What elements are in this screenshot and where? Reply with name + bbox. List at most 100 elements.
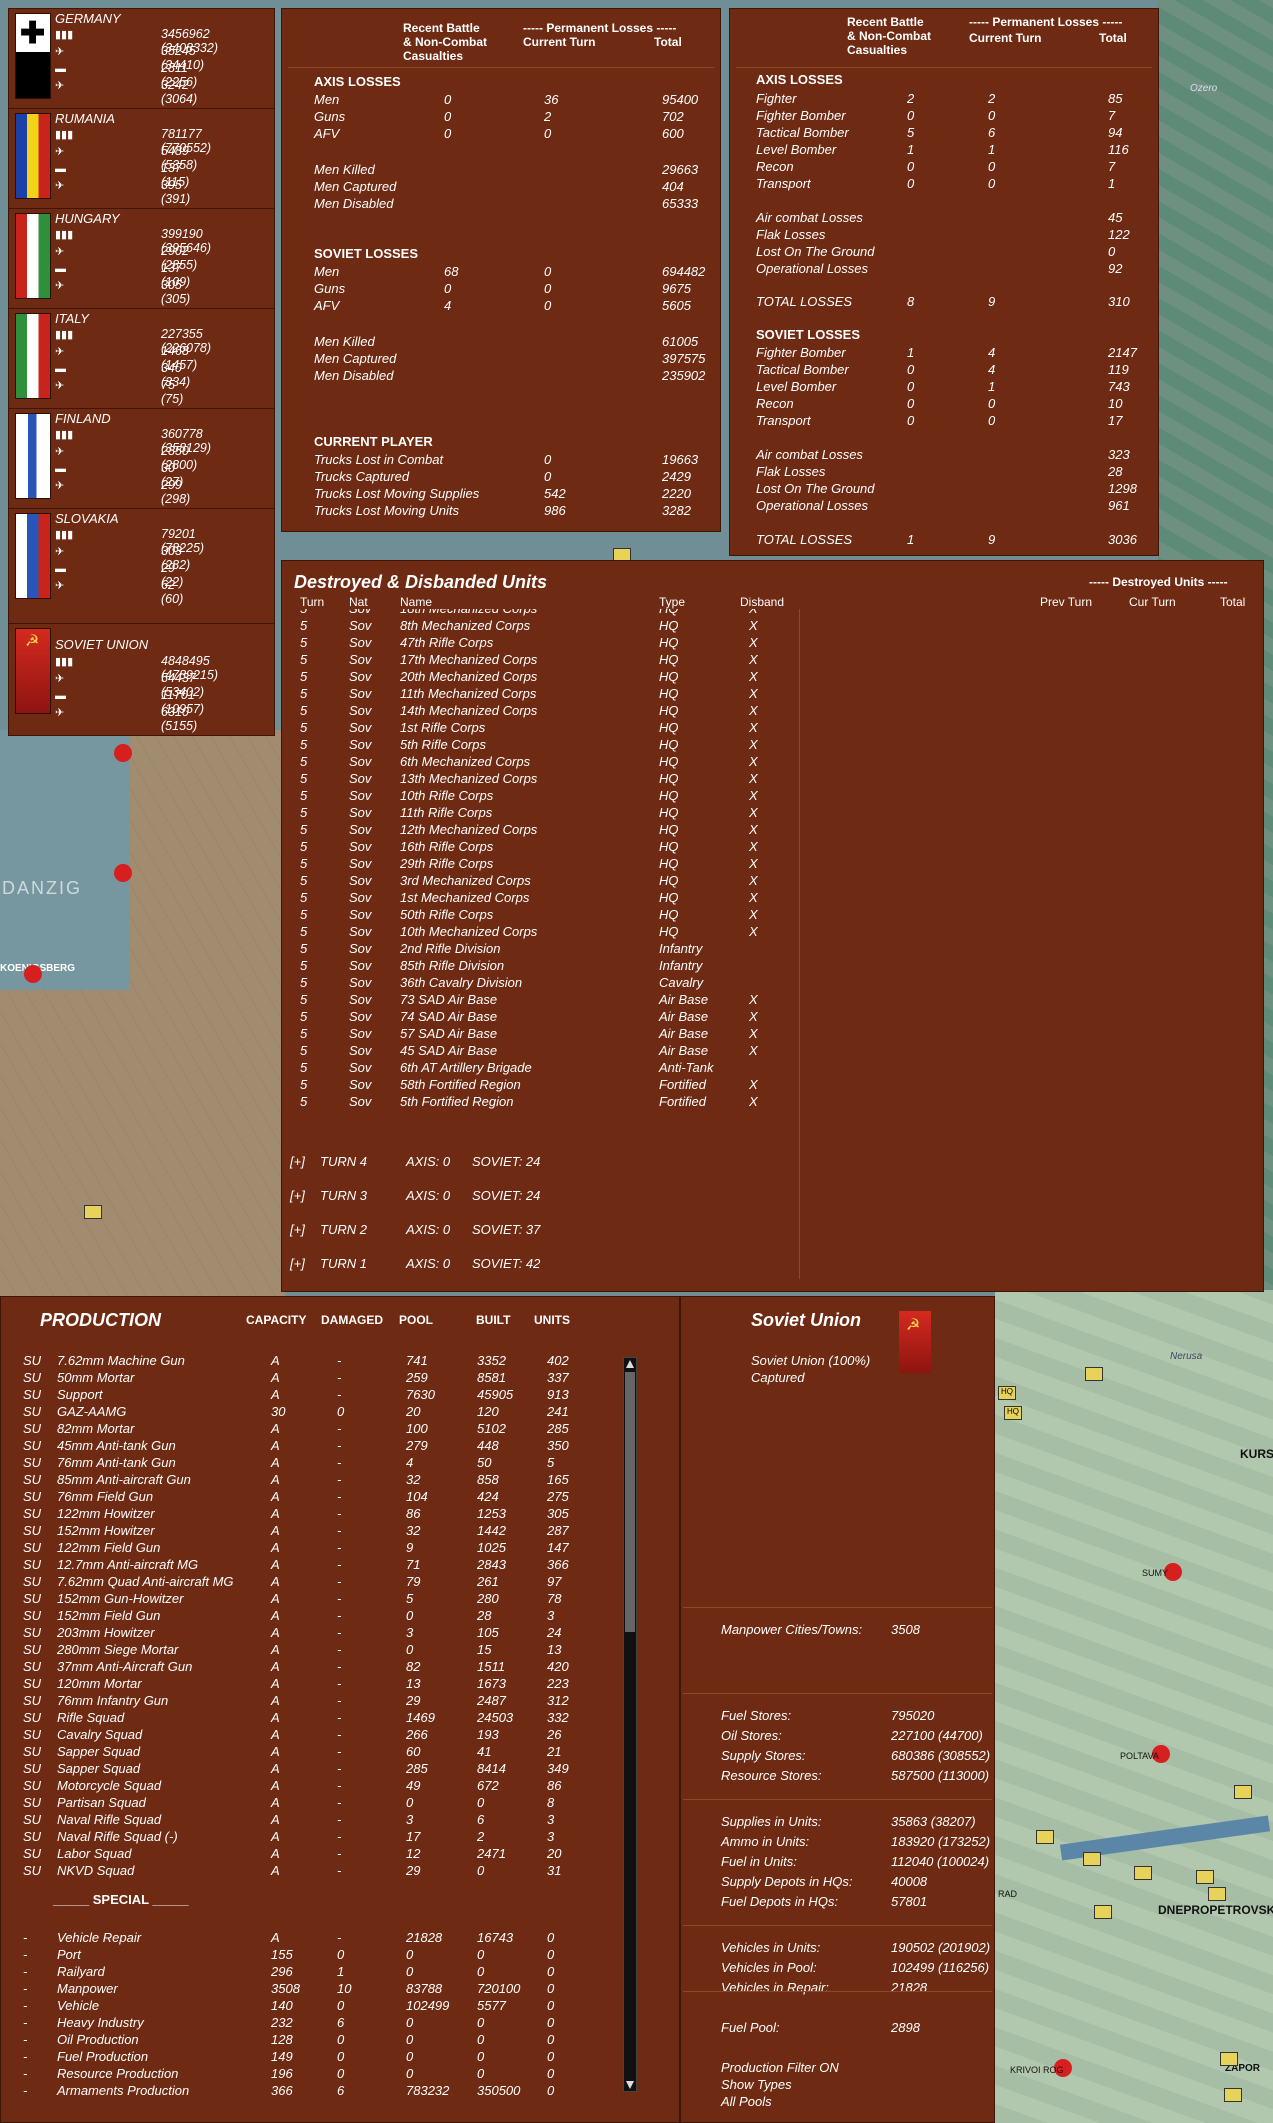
table-row[interactable]: 5 Sov 12th Mechanized Corps HQ X: [282, 821, 799, 838]
production-row[interactable]: SU 152mm Howitzer A - 32 1442 287: [1, 1522, 621, 1539]
turn-group-toggle[interactable]: [+] TURN 2 AXIS: 0 SOVIET: 37: [282, 1221, 799, 1239]
table-row[interactable]: 5 Sov 5th Fortified Region Fortified X: [282, 1093, 799, 1110]
production-row[interactable]: SU 76mm Field Gun A - 104 424 275: [1, 1488, 621, 1505]
production-row[interactable]: SU 37mm Anti-Aircraft Gun A - 82 1511 420: [1, 1658, 621, 1675]
nation-card-finland[interactable]: FINLAND ▮▮▮ 360778 (358129) ✈ 2850 (2800) ▬ 30…: [9, 409, 274, 509]
production-row[interactable]: SU 7.62mm Machine Gun A - 741 3352 402: [1, 1352, 621, 1369]
table-row[interactable]: 5 Sov 73 SAD Air Base Air Base X: [282, 991, 799, 1008]
special-row[interactable]: - Manpower 3508 10 83788 720100 0: [1, 1980, 621, 1997]
production-row[interactable]: SU 7.62mm Quad Anti-aircraft MG A - 79 261 97: [1, 1573, 621, 1590]
production-row[interactable]: SU 50mm Mortar A - 259 8581 337: [1, 1369, 621, 1386]
table-row[interactable]: 5 Sov 85th Rifle Division Infantry: [282, 957, 799, 974]
map-bottom-right[interactable]: [995, 1290, 1273, 2123]
nation-card-slovakia[interactable]: SLOVAKIA ▮▮▮ 79201 (78225) ✈ 303 (282) ▬ 29 (2…: [9, 509, 274, 624]
production-row[interactable]: SU Sapper Squad A - 285 8414 349: [1, 1760, 621, 1777]
production-row[interactable]: SU Rifle Squad A - 1469 24503 332: [1, 1709, 621, 1726]
production-row[interactable]: SU GAZ-AAMG 30 0 20 120 241: [1, 1403, 621, 1420]
city-marker-1[interactable]: [114, 744, 132, 762]
city-marker-konigsberg[interactable]: [24, 965, 42, 983]
unit-counter-east7[interactable]: [1208, 1887, 1226, 1901]
special-row[interactable]: - Fuel Production 149 0 0 0 0: [1, 2048, 621, 2065]
production-row[interactable]: SU 203mm Howitzer A - 3 105 24: [1, 1624, 621, 1641]
production-row[interactable]: SU 45mm Anti-tank Gun A - 279 448 350: [1, 1437, 621, 1454]
table-row[interactable]: 5 Sov 1st Mechanized Corps HQ X: [282, 889, 799, 906]
table-row[interactable]: 5 Sov 36th Cavalry Division Cavalry: [282, 974, 799, 991]
table-row[interactable]: 5 Sov 50th Rifle Corps HQ X: [282, 906, 799, 923]
footer-toggle-1[interactable]: Show Types: [721, 2076, 792, 2093]
table-row[interactable]: 5 Sov 58th Fortified Region Fortified X: [282, 1076, 799, 1093]
scroll-up-arrow[interactable]: [626, 1360, 634, 1368]
table-row[interactable]: 5 Sov 74 SAD Air Base Air Base X: [282, 1008, 799, 1025]
production-scrollbar[interactable]: [623, 1357, 637, 2092]
nation-card-germany[interactable]: ✚ GERMANY ▮▮▮ 3456962 (3408332) ✈ 35245 (3441…: [9, 9, 274, 109]
table-row[interactable]: 5 Sov 8th Mechanized Corps HQ X: [282, 617, 799, 634]
production-row[interactable]: SU 120mm Mortar A - 13 1673 223: [1, 1675, 621, 1692]
production-row[interactable]: SU 122mm Field Gun A - 9 1025 147: [1, 1539, 621, 1556]
production-row[interactable]: SU Partisan Squad A - 0 0 8: [1, 1794, 621, 1811]
table-row[interactable]: 5 Sov 13th Mechanized Corps HQ X: [282, 770, 799, 787]
scroll-down-arrow[interactable]: [626, 2081, 634, 2089]
production-row[interactable]: SU 152mm Gun-Howitzer A - 5 280 78: [1, 1590, 621, 1607]
table-row[interactable]: 5 Sov 10th Mechanized Corps HQ X: [282, 923, 799, 940]
unit-counter-east1[interactable]: [1085, 1367, 1103, 1381]
table-row[interactable]: 5 Sov 57 SAD Air Base Air Base X: [282, 1025, 799, 1042]
special-row[interactable]: - Railyard 296 1 0 0 0: [1, 1963, 621, 1980]
production-row[interactable]: SU 12.7mm Anti-aircraft MG A - 71 2843 366: [1, 1556, 621, 1573]
special-row[interactable]: - Vehicle Repair A - 21828 16743 0: [1, 1929, 621, 1946]
special-row[interactable]: - Vehicle 140 0 102499 5577 0: [1, 1997, 621, 2014]
unit-counter-east4[interactable]: [1083, 1852, 1101, 1866]
table-row[interactable]: 5 Sov 5th Rifle Corps HQ X: [282, 736, 799, 753]
table-row[interactable]: 5 Sov 29th Rifle Corps HQ X: [282, 855, 799, 872]
destroyed-list[interactable]: 5 Sov 18th Mechanized Corps HQ X 5 Sov 8th Mech…: [282, 609, 799, 1131]
nation-card-italy[interactable]: ITALY ▮▮▮ 227355 (226078) ✈ 1468 (1457) ▬ 340 …: [9, 309, 274, 409]
footer-toggle-2[interactable]: All Pools: [721, 2093, 772, 2110]
nation-card-hungary[interactable]: HUNGARY ▮▮▮ 399190 (395646) ✈ 2902 (2855) ▬ 13…: [9, 209, 274, 309]
production-row[interactable]: SU 152mm Field Gun A - 0 28 3: [1, 1607, 621, 1624]
production-row[interactable]: SU 122mm Howitzer A - 86 1253 305: [1, 1505, 621, 1522]
table-row[interactable]: 5 Sov 10th Rifle Corps HQ X: [282, 787, 799, 804]
unit-counter-hq2[interactable]: HQ: [1004, 1406, 1022, 1420]
special-row[interactable]: - Port 155 0 0 0 0: [1, 1946, 621, 1963]
production-row[interactable]: SU Labor Squad A - 12 2471 20: [1, 1845, 621, 1862]
production-row[interactable]: SU Naval Rifle Squad (-) A - 17 2 3: [1, 1828, 621, 1845]
production-row[interactable]: SU Sapper Squad A - 60 41 21: [1, 1743, 621, 1760]
special-row[interactable]: - Heavy Industry 232 6 0 0 0: [1, 2014, 621, 2031]
production-row[interactable]: SU NKVD Squad A - 29 0 31: [1, 1862, 621, 1879]
unit-counter-hq1[interactable]: HQ: [998, 1386, 1016, 1400]
table-row[interactable]: 5 Sov 6th Mechanized Corps HQ X: [282, 753, 799, 770]
table-row[interactable]: 5 Sov 11th Mechanized Corps HQ X: [282, 685, 799, 702]
special-row[interactable]: - Armaments Production 366 6 783232 350500 0: [1, 2082, 621, 2099]
production-row[interactable]: SU Motorcycle Squad A - 49 672 86: [1, 1777, 621, 1794]
nation-card-soviet-union[interactable]: ☭ SOVIET UNION ▮▮▮ 4848495 (4789215) ✈ 54437 …: [9, 624, 274, 735]
table-row[interactable]: 5 Sov 16th Rifle Corps HQ X: [282, 838, 799, 855]
unit-counter-east10[interactable]: [1224, 2088, 1242, 2102]
production-row[interactable]: SU 85mm Anti-aircraft Gun A - 32 858 165: [1, 1471, 621, 1488]
table-row[interactable]: 5 Sov 2nd Rifle Division Infantry: [282, 940, 799, 957]
turn-group-toggle[interactable]: [+] TURN 3 AXIS: 0 SOVIET: 24: [282, 1187, 799, 1205]
production-row[interactable]: SU Support A - 7630 45905 913: [1, 1386, 621, 1403]
production-row[interactable]: SU 76mm Anti-tank Gun A - 4 50 5: [1, 1454, 621, 1471]
unit-counter-east8[interactable]: [1094, 1905, 1112, 1919]
scroll-thumb[interactable]: [625, 1372, 635, 1632]
unit-counter-east9[interactable]: [1220, 2052, 1238, 2066]
turn-group-toggle[interactable]: [+] TURN 1 AXIS: 0 SOVIET: 42: [282, 1255, 799, 1273]
production-row[interactable]: SU 82mm Mortar A - 100 5102 285: [1, 1420, 621, 1437]
table-row[interactable]: 5 Sov 14th Mechanized Corps HQ X: [282, 702, 799, 719]
special-row[interactable]: - Resource Production 196 0 0 0 0: [1, 2065, 621, 2082]
unit-counter-east2[interactable]: [1234, 1785, 1252, 1799]
table-row[interactable]: 5 Sov 11th Rifle Corps HQ X: [282, 804, 799, 821]
table-row[interactable]: 5 Sov 6th AT Artillery Brigade Anti-Tank: [282, 1059, 799, 1076]
production-row[interactable]: SU 76mm Infantry Gun A - 29 2487 312: [1, 1692, 621, 1709]
unit-counter-east6[interactable]: [1196, 1870, 1214, 1884]
table-row[interactable]: 5 Sov 20th Mechanized Corps HQ X: [282, 668, 799, 685]
footer-toggle-0[interactable]: Production Filter ON: [721, 2059, 839, 2076]
table-row[interactable]: 5 Sov 3rd Mechanized Corps HQ X: [282, 872, 799, 889]
production-row[interactable]: SU Naval Rifle Squad A - 3 6 3: [1, 1811, 621, 1828]
production-row[interactable]: SU 280mm Siege Mortar A - 0 15 13: [1, 1641, 621, 1658]
table-row[interactable]: 5 Sov 17th Mechanized Corps HQ X: [282, 651, 799, 668]
unit-counter-west[interactable]: [84, 1205, 102, 1219]
table-row[interactable]: 5 Sov 47th Rifle Corps HQ X: [282, 634, 799, 651]
turn-group-toggle[interactable]: [+] TURN 4 AXIS: 0 SOVIET: 24: [282, 1153, 799, 1171]
unit-counter-east3[interactable]: [1036, 1830, 1054, 1844]
production-row[interactable]: SU Cavalry Squad A - 266 193 26: [1, 1726, 621, 1743]
